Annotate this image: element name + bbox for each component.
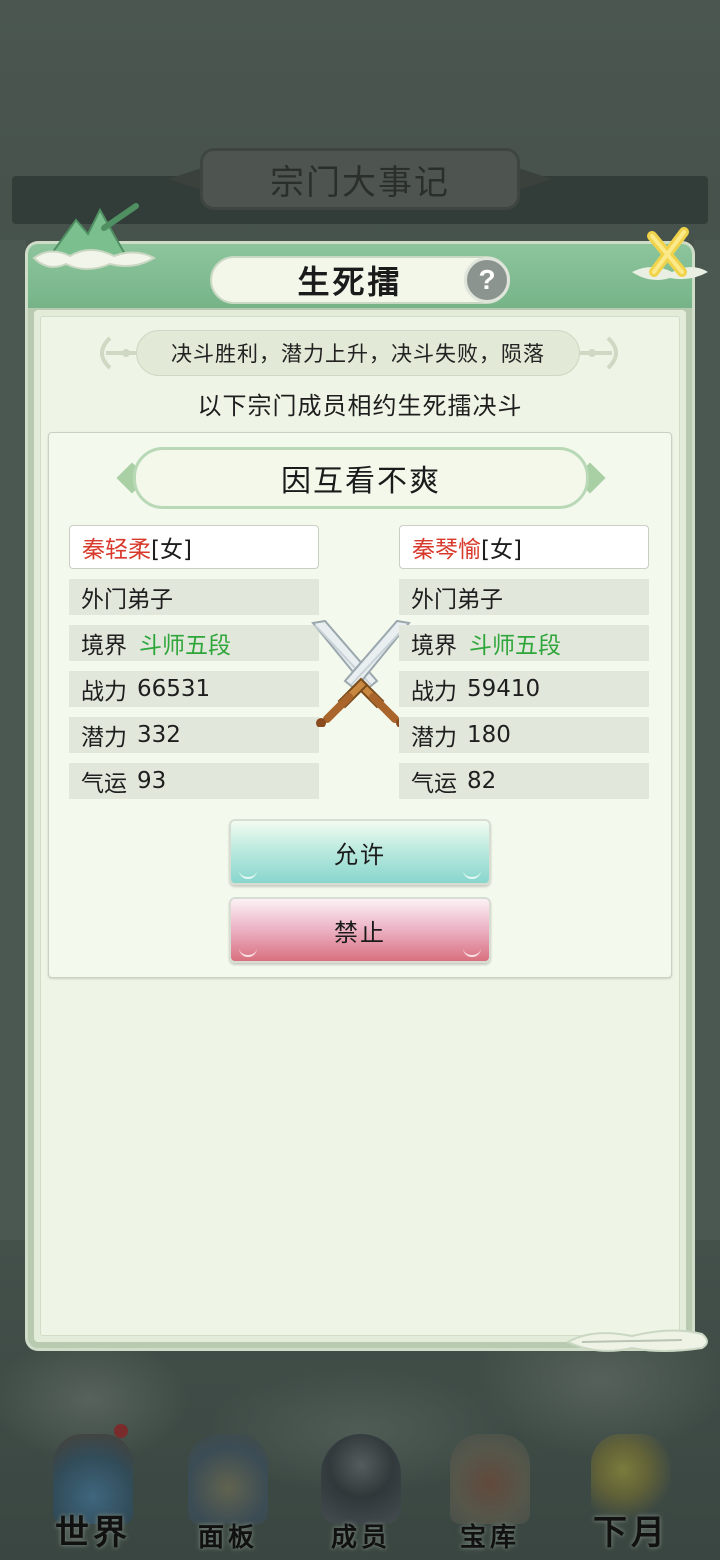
left-fighter-luck-row: 气运 93 — [69, 763, 319, 799]
rule-banner: 决斗胜利，潜力上升，决斗失败，陨落 — [136, 330, 580, 376]
duel-panel: 因互看不爽 秦轻柔 [女] 外门弟子 境界 斗师五段 战力 66531 潜力 3… — [48, 432, 672, 978]
background-side-right — [694, 240, 720, 1240]
nav-item-panel[interactable]: 面板 — [163, 1420, 293, 1560]
right-fighter-name-box: 秦琴愉 [女] — [399, 525, 649, 569]
right-fighter-rank: 外门弟子 — [411, 587, 503, 613]
rule-text: 决斗胜利，潜力上升，决斗失败，陨落 — [171, 342, 545, 366]
right-fighter-gender: [女] — [481, 537, 522, 563]
duel-reason: 因互看不爽 — [281, 464, 441, 499]
allow-button[interactable]: 允许 — [229, 819, 491, 885]
bottom-nav: 世界 面板 成员 宝库 下月 — [0, 1420, 720, 1560]
left-potential-label: 潜力 — [81, 725, 127, 751]
forbid-button[interactable]: 禁止 — [229, 897, 491, 963]
nav-item-members[interactable]: 成员 — [296, 1420, 426, 1560]
right-realm-label: 境界 — [411, 633, 457, 659]
right-potential-value: 180 — [467, 722, 511, 748]
left-fighter-power-row: 战力 66531 — [69, 671, 319, 707]
right-power-value: 59410 — [467, 676, 541, 702]
right-fighter-luck-row: 气运 82 — [399, 763, 649, 799]
left-fighter-potential-row: 潜力 332 — [69, 717, 319, 753]
nav-item-next-month[interactable]: 下月 — [566, 1420, 696, 1560]
duel-description: 以下宗门成员相约生死擂决斗 — [197, 392, 523, 420]
duel-dialog: 生死擂 ? 决斗胜利，潜力上升，决斗失败，陨落 以下宗门成员相约生死擂决斗 因互… — [28, 244, 692, 1348]
cloud-scroll-icon — [565, 1329, 708, 1352]
right-fighter-power-row: 战力 59410 — [399, 671, 649, 707]
question-mark-icon[interactable]: ? — [464, 257, 510, 303]
duel-reason-banner: 因互看不爽 — [133, 447, 589, 509]
dialog-title: 生死擂 — [297, 263, 403, 301]
notification-badge — [114, 1424, 128, 1438]
left-realm-value: 斗师五段 — [139, 633, 231, 659]
left-potential-value: 332 — [137, 722, 181, 748]
left-luck-value: 93 — [137, 768, 167, 794]
nav-item-treasury[interactable]: 宝库 — [425, 1420, 555, 1560]
member-figure-icon — [321, 1434, 401, 1524]
panel-gate-icon — [188, 1434, 268, 1524]
left-fighter-rank-row: 外门弟子 — [69, 579, 319, 615]
left-fighter-rank: 外门弟子 — [81, 587, 173, 613]
right-fighter-realm-row: 境界 斗师五段 — [399, 625, 649, 661]
left-power-value: 66531 — [137, 676, 211, 702]
nav-label-world: 世界 — [55, 1513, 131, 1553]
nav-label-treasury: 宝库 — [459, 1523, 520, 1553]
left-fighter-card: 秦轻柔 [女] 外门弟子 境界 斗师五段 战力 66531 潜力 332 气运 … — [69, 525, 319, 799]
left-luck-label: 气运 — [81, 771, 127, 797]
rule-wing-right-icon — [580, 336, 618, 370]
left-fighter-name: 秦轻柔 — [82, 537, 151, 563]
right-power-label: 战力 — [411, 679, 457, 705]
right-fighter-name: 秦琴愉 — [412, 537, 481, 563]
close-x-icon[interactable] — [630, 222, 710, 286]
left-realm-label: 境界 — [81, 633, 127, 659]
nav-item-world[interactable]: 世界 — [28, 1420, 158, 1560]
right-potential-label: 潜力 — [411, 725, 457, 751]
nav-label-panel: 面板 — [197, 1523, 258, 1553]
background-screen-title: 宗门大事记 — [200, 148, 520, 210]
rule-wing-left-icon — [100, 336, 138, 370]
background-side-left — [0, 240, 26, 1240]
left-power-label: 战力 — [81, 679, 127, 705]
right-luck-label: 气运 — [411, 771, 457, 797]
background-screen-title-text: 宗门大事记 — [270, 162, 450, 203]
nav-label-members: 成员 — [330, 1523, 391, 1553]
right-fighter-rank-row: 外门弟子 — [399, 579, 649, 615]
right-realm-value: 斗师五段 — [469, 633, 561, 659]
left-fighter-name-box: 秦轻柔 [女] — [69, 525, 319, 569]
nav-label-next-month: 下月 — [593, 1513, 669, 1553]
left-fighter-gender: [女] — [151, 537, 192, 563]
right-fighter-card: 秦琴愉 [女] 外门弟子 境界 斗师五段 战力 59410 潜力 180 气运 … — [399, 525, 649, 799]
right-fighter-potential-row: 潜力 180 — [399, 717, 649, 753]
left-fighter-realm-row: 境界 斗师五段 — [69, 625, 319, 661]
right-luck-value: 82 — [467, 768, 497, 794]
treasury-icon — [450, 1434, 530, 1524]
mountain-cloud-icon — [32, 203, 157, 270]
